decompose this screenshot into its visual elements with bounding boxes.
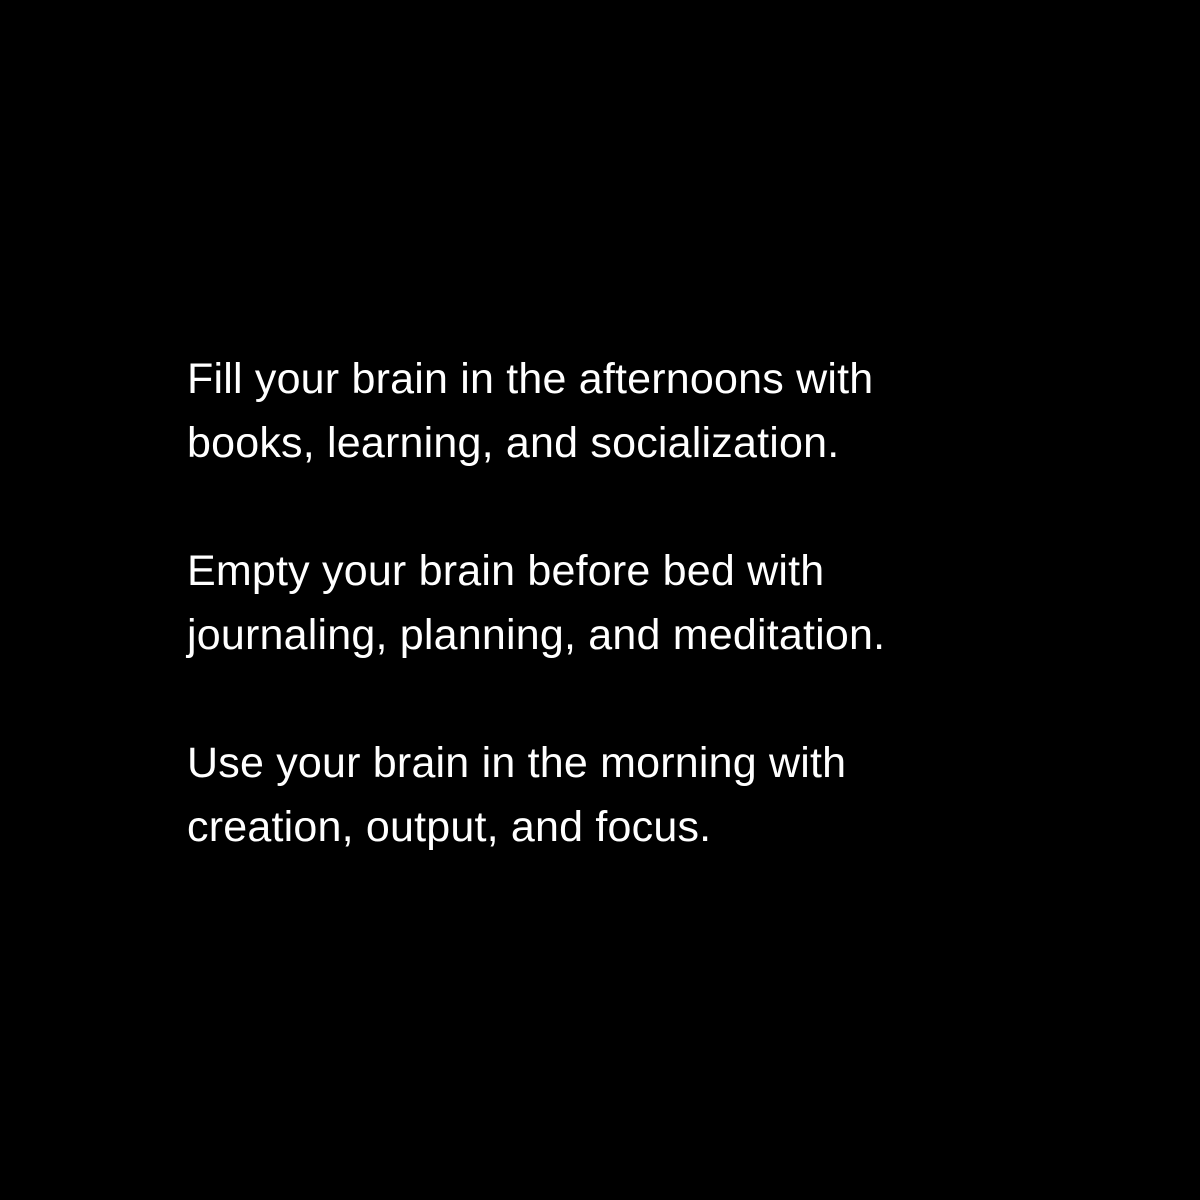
paragraph-line: Fill your brain in the afternoons with — [187, 355, 874, 403]
paragraph-line: Empty your brain before bed with — [187, 547, 825, 595]
paragraph-use: Use your brain in the morning with creat… — [187, 731, 1087, 859]
paragraph-line: creation, output, and focus. — [187, 803, 712, 851]
paragraph-empty: Empty your brain before bed with journal… — [187, 539, 1087, 667]
quote-card: Fill your brain in the afternoons with b… — [0, 0, 1200, 1200]
paragraph-fill: Fill your brain in the afternoons with b… — [187, 347, 1087, 475]
quote-text-block: Fill your brain in the afternoons with b… — [187, 347, 1087, 859]
paragraph-line: Use your brain in the morning with — [187, 739, 847, 787]
paragraph-line: journaling, planning, and meditation. — [187, 611, 886, 659]
paragraph-line: books, learning, and socialization. — [187, 419, 840, 467]
